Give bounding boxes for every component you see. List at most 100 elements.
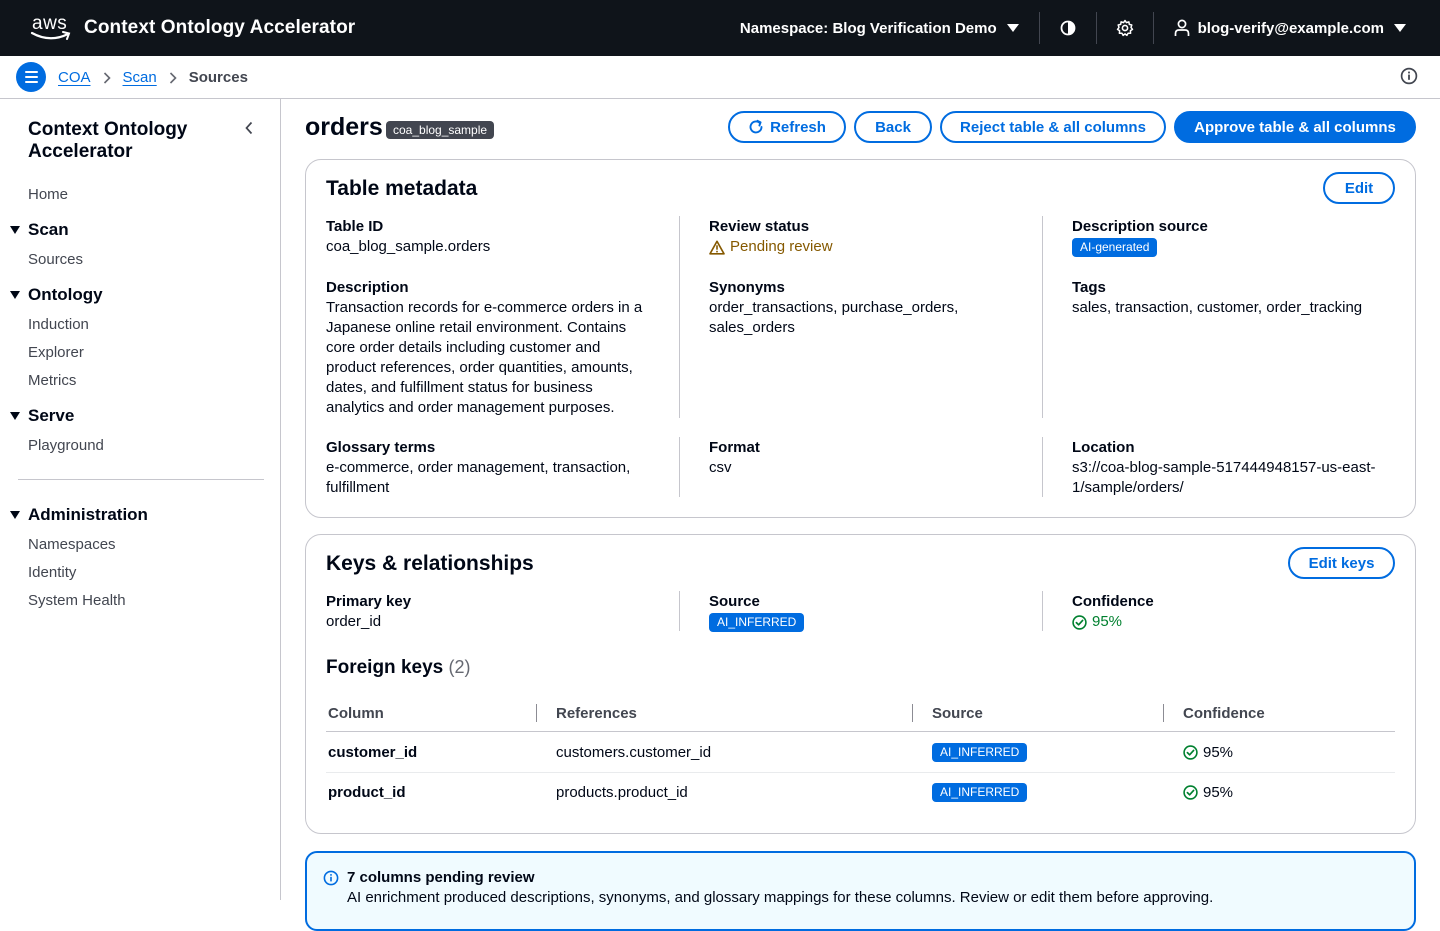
collapse-nav-button[interactable] xyxy=(244,121,254,138)
warning-icon xyxy=(709,240,725,255)
namespace-selector[interactable]: Namespace: Blog Verification Demo xyxy=(740,20,1039,37)
fk-references-cell: products.product_id xyxy=(556,784,688,801)
fk-source-cell: AI_INFERRED xyxy=(932,743,1028,762)
aws-smile-icon xyxy=(30,31,71,40)
column-header-column[interactable]: Column xyxy=(328,705,384,722)
caret-down-icon xyxy=(10,412,20,420)
database-badge: coa_blog_sample xyxy=(386,121,495,139)
help-button[interactable] xyxy=(1400,67,1418,88)
sidebar-item-metrics[interactable]: Metrics xyxy=(28,372,76,389)
glossary-terms-value: e-commerce, order management, transactio… xyxy=(326,459,631,496)
sidebar-item-sources[interactable]: Sources xyxy=(28,251,83,268)
column-header-references[interactable]: References xyxy=(556,705,637,722)
settings-button[interactable] xyxy=(1097,0,1153,56)
glossary-terms-label: Glossary terms xyxy=(326,439,436,456)
sidebar-item-system-health[interactable]: System Health xyxy=(28,592,126,609)
review-status-value: Pending review xyxy=(709,237,833,257)
column-divider xyxy=(1042,278,1043,418)
format-label: Format xyxy=(709,439,760,456)
description-source-label: Description source xyxy=(1072,218,1208,235)
app-title: Context Ontology Accelerator xyxy=(84,17,356,38)
edit-metadata-button[interactable]: Edit xyxy=(1323,172,1395,204)
table-metadata-card: Table metadata Edit Table ID coa_blog_sa… xyxy=(305,159,1416,518)
breadcrumb-scan[interactable]: Scan xyxy=(123,69,157,86)
refresh-button[interactable]: Refresh xyxy=(728,111,846,143)
tags-value: sales, transaction, customer, order_trac… xyxy=(1072,299,1363,316)
sidebar-section-administration[interactable]: Administration xyxy=(10,505,148,525)
sidebar-section-label: Administration xyxy=(28,505,148,524)
confidence-text: 95% xyxy=(1203,744,1234,761)
sidebar-item-explorer[interactable]: Explorer xyxy=(28,344,84,361)
card-title: Table metadata xyxy=(326,177,478,200)
description-value: Transaction records for e-commerce order… xyxy=(326,299,643,416)
fk-confidence-cell: 95% xyxy=(1183,744,1233,761)
sidebar-section-label: Scan xyxy=(28,220,69,239)
alert-title: 7 columns pending review xyxy=(347,869,535,886)
sidebar-item-induction[interactable]: Induction xyxy=(28,316,89,333)
reject-button[interactable]: Reject table & all columns xyxy=(940,111,1166,143)
hamburger-line xyxy=(24,71,38,73)
row-divider xyxy=(326,772,1395,773)
description-label: Description xyxy=(326,279,409,296)
hamburger-line xyxy=(24,76,38,78)
fk-references-cell: customers.customer_id xyxy=(556,744,712,761)
brand[interactable]: aws Context Ontology Accelerator xyxy=(30,0,355,56)
sidebar-divider xyxy=(18,479,264,480)
confidence-value: 95% xyxy=(1072,612,1122,632)
ai-inferred-badge: AI_INFERRED xyxy=(932,743,1028,762)
user-menu[interactable]: blog-verify@example.com xyxy=(1154,19,1440,37)
review-status-text: Pending review xyxy=(730,238,833,255)
sidebar-item-namespaces[interactable]: Namespaces xyxy=(28,536,116,553)
foreign-keys-title: Foreign keys xyxy=(326,657,444,678)
check-circle-icon xyxy=(1183,745,1198,760)
source-label: Source xyxy=(709,593,760,610)
ai-inferred-badge: AI_INFERRED xyxy=(932,783,1028,802)
caret-down-icon xyxy=(10,291,20,299)
column-divider xyxy=(1042,437,1043,497)
back-button[interactable]: Back xyxy=(854,111,932,143)
review-status-label: Review status xyxy=(709,218,810,235)
sidebar-item-identity[interactable]: Identity xyxy=(28,564,76,581)
ai-generated-badge: AI-generated xyxy=(1072,238,1158,257)
main-content: orders coa_blog_sample Refresh Back Reje… xyxy=(282,99,1440,931)
column-resizer[interactable] xyxy=(536,704,537,722)
fk-confidence-cell: 95% xyxy=(1183,784,1233,801)
check-circle-icon xyxy=(1072,614,1087,630)
side-nav-title[interactable]: Context Ontology Accelerator xyxy=(28,119,228,163)
hamburger-line xyxy=(24,81,38,83)
column-resizer[interactable] xyxy=(1163,704,1164,722)
sidebar-item-playground[interactable]: Playground xyxy=(28,437,104,454)
contrast-icon xyxy=(1060,20,1076,36)
ai-inferred-badge: AI_INFERRED xyxy=(709,613,805,632)
table-id-value: coa_blog_sample.orders xyxy=(326,238,491,255)
sidebar-section-scan[interactable]: Scan xyxy=(10,220,69,240)
header-divider xyxy=(326,731,1395,732)
foreign-keys-heading: Foreign keys (2) xyxy=(326,657,471,679)
description-source-value: AI-generated xyxy=(1072,237,1158,257)
breadcrumb-bar: COA Scan Sources xyxy=(0,56,1440,99)
column-resizer[interactable] xyxy=(912,704,913,722)
fk-column-cell: customer_id xyxy=(328,744,418,761)
side-navigation: Context Ontology Accelerator Home Scan S… xyxy=(0,99,281,900)
info-icon xyxy=(1400,67,1418,85)
theme-toggle-button[interactable] xyxy=(1040,0,1096,56)
column-divider xyxy=(679,591,680,631)
sidebar-item-home[interactable]: Home xyxy=(28,186,68,203)
location-label: Location xyxy=(1072,439,1135,456)
sidebar-section-ontology[interactable]: Ontology xyxy=(10,285,103,305)
column-header-source[interactable]: Source xyxy=(932,705,983,722)
breadcrumb-coa[interactable]: COA xyxy=(58,69,91,86)
primary-key-label: Primary key xyxy=(326,593,412,610)
sidebar-section-serve[interactable]: Serve xyxy=(10,406,74,426)
primary-key-value: order_id xyxy=(326,613,382,630)
column-divider xyxy=(679,437,680,497)
format-value: csv xyxy=(709,459,732,476)
column-header-confidence[interactable]: Confidence xyxy=(1183,705,1265,722)
keys-relationships-card: Keys & relationships Edit keys Primary k… xyxy=(305,534,1416,834)
menu-toggle-button[interactable] xyxy=(16,62,46,92)
edit-keys-button[interactable]: Edit keys xyxy=(1288,547,1395,579)
fk-source-cell: AI_INFERRED xyxy=(932,783,1028,802)
alert-body: AI enrichment produced descriptions, syn… xyxy=(347,889,1214,906)
tags-label: Tags xyxy=(1072,279,1106,296)
approve-button[interactable]: Approve table & all columns xyxy=(1174,111,1416,143)
